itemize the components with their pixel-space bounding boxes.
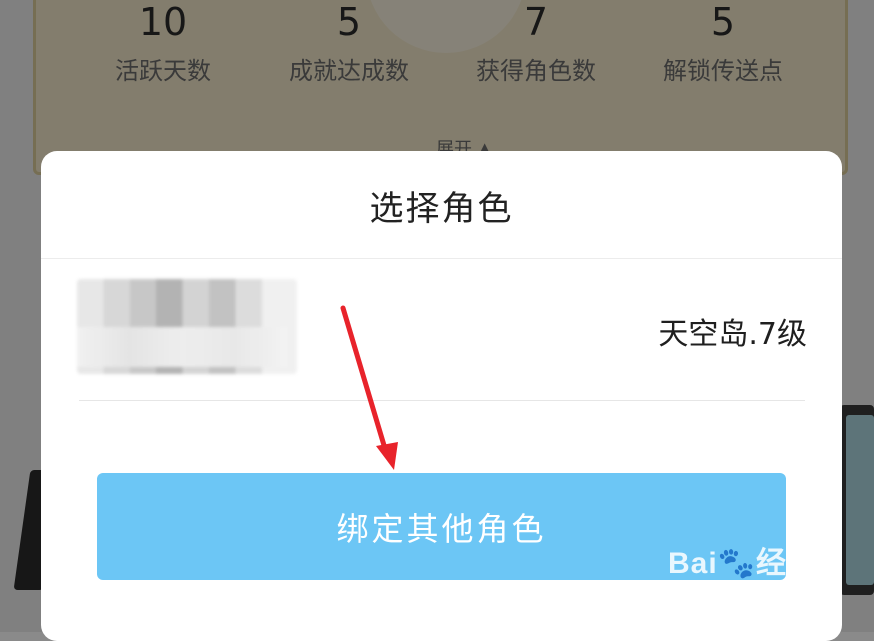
blurred-role-name [77,279,297,374]
watermark-brand: Bai🐾经验 [668,547,819,580]
role-list-item[interactable]: 天空岛.7级 [77,259,807,400]
watermark-url: jingyan.baidu.com [668,584,789,601]
dialog-title: 选择角色 [369,188,514,229]
role-server-level: 天空岛.7级 [658,317,807,352]
divider [79,400,805,401]
baidu-jingyan-watermark: Bai🐾经验 jingyan.baidu.com [668,538,868,628]
